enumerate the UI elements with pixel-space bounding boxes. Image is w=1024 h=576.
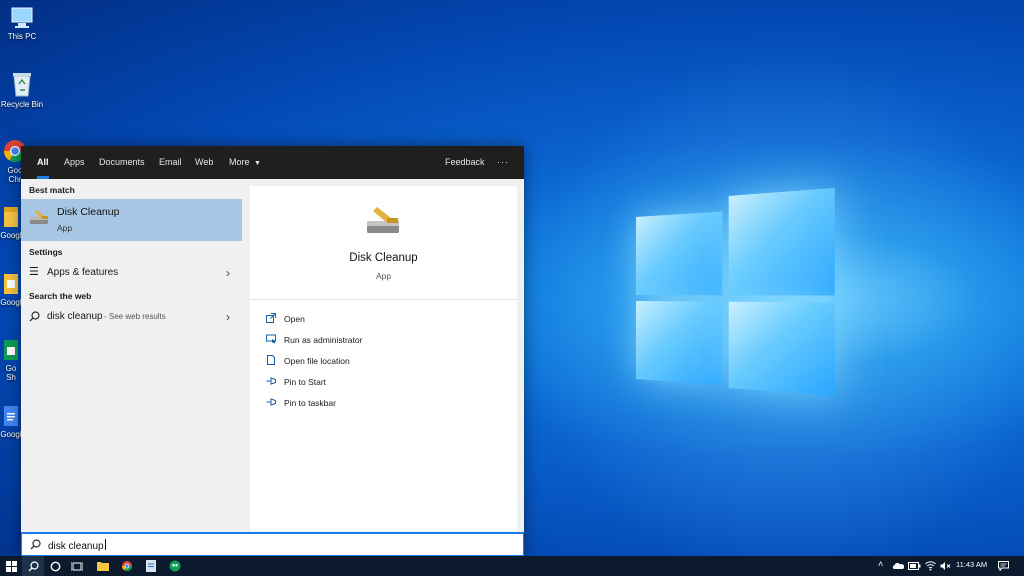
volume-muted-icon[interactable] bbox=[940, 561, 951, 571]
tab-all[interactable]: All bbox=[37, 146, 49, 179]
task-view-icon bbox=[71, 561, 83, 571]
desktop-icon-google-1[interactable]: Googl bbox=[0, 205, 22, 240]
desktop-icon-google-2[interactable]: Googl bbox=[0, 272, 22, 307]
action-label: Pin to Start bbox=[284, 377, 327, 387]
pin-icon bbox=[266, 377, 276, 385]
preview-divider bbox=[250, 299, 517, 300]
run-as-admin-icon bbox=[266, 334, 276, 344]
google-folder-icon bbox=[4, 274, 18, 294]
taskbar: ˄ 11:43 AM bbox=[0, 556, 1024, 576]
notes-taskbar-button[interactable] bbox=[140, 556, 162, 576]
open-icon bbox=[266, 313, 276, 323]
best-match-result[interactable]: Disk Cleanup App bbox=[21, 199, 242, 241]
battery-icon[interactable] bbox=[908, 562, 921, 570]
settings-header: Settings bbox=[29, 247, 63, 257]
tab-apps[interactable]: Apps bbox=[64, 146, 85, 179]
list-settings-icon: ☰ bbox=[29, 266, 39, 278]
desktop-icon-label: Go Sh bbox=[5, 364, 17, 382]
file-location-icon bbox=[267, 355, 275, 365]
results-list: Best match Disk Cleanup App Settings ☰ A… bbox=[21, 179, 242, 531]
action-label: Run as administrator bbox=[284, 335, 363, 345]
notepad-icon bbox=[146, 560, 156, 572]
settings-result-apps-features[interactable]: ☰ Apps & features › bbox=[21, 262, 242, 284]
more-options-button[interactable]: ··· bbox=[497, 146, 509, 179]
desktop-icon-this-pc[interactable]: This PC bbox=[0, 6, 44, 41]
tab-more-label: More bbox=[229, 157, 250, 167]
chevron-right-icon: › bbox=[226, 310, 230, 324]
disk-cleanup-icon bbox=[30, 210, 48, 224]
folder-icon bbox=[97, 562, 109, 571]
chevron-down-icon: ▼ bbox=[254, 160, 261, 167]
preview-subtitle: App bbox=[375, 271, 392, 281]
best-match-subtitle: App bbox=[57, 223, 73, 233]
cortana-icon bbox=[50, 561, 60, 571]
tab-email[interactable]: Email bbox=[159, 146, 182, 179]
recycle-bin-icon bbox=[13, 73, 31, 97]
pc-icon bbox=[11, 7, 33, 28]
wifi-icon[interactable] bbox=[925, 561, 936, 571]
preview-title: Disk Cleanup bbox=[349, 252, 418, 264]
tab-more[interactable]: More ▼ bbox=[229, 146, 261, 179]
search-icon bbox=[29, 311, 40, 322]
desktop-icon-label: Googl bbox=[0, 231, 22, 240]
task-view-button[interactable] bbox=[66, 556, 88, 576]
action-label: Pin to taskbar bbox=[284, 398, 336, 408]
desktop-icon-google-sheets[interactable]: Go Sh bbox=[0, 338, 22, 382]
hangouts-taskbar-button[interactable] bbox=[164, 556, 186, 576]
search-icon bbox=[30, 539, 41, 550]
chrome-taskbar-button[interactable] bbox=[116, 556, 138, 576]
web-header: Search the web bbox=[29, 291, 92, 301]
google-folder-icon bbox=[4, 207, 18, 227]
file-explorer-button[interactable] bbox=[92, 556, 114, 576]
action-label: Open file location bbox=[284, 356, 350, 366]
onedrive-icon[interactable] bbox=[892, 562, 904, 570]
best-match-title: Disk Cleanup bbox=[57, 206, 120, 218]
feedback-button[interactable]: Feedback bbox=[445, 146, 485, 179]
start-button[interactable] bbox=[0, 556, 22, 576]
google-docs-icon bbox=[4, 406, 18, 426]
chrome-icon bbox=[121, 560, 133, 572]
search-filter-bar: All Apps Documents Email Web More ▼ Feed… bbox=[21, 146, 524, 179]
windows-logo-wallpaper bbox=[636, 187, 835, 397]
action-label: Open bbox=[284, 314, 305, 324]
pin-icon bbox=[266, 398, 276, 406]
taskbar-search-button[interactable] bbox=[22, 556, 44, 576]
desktop-icon-label: Recycle Bin bbox=[0, 100, 44, 109]
text-caret bbox=[104, 539, 106, 550]
web-suffix: - See web results bbox=[104, 312, 166, 321]
search-input[interactable]: disk cleanup bbox=[21, 532, 524, 556]
result-preview: Disk Cleanup App Open Run as administrat… bbox=[250, 186, 517, 531]
disk-cleanup-large-icon bbox=[367, 207, 399, 233]
desktop-icon-recycle-bin[interactable]: Recycle Bin bbox=[0, 70, 44, 109]
search-query-text: disk cleanup bbox=[48, 541, 104, 552]
tab-documents[interactable]: Documents bbox=[99, 146, 145, 179]
notifications-icon[interactable] bbox=[998, 561, 1009, 571]
web-result[interactable]: disk cleanup - See web results › bbox=[21, 306, 242, 328]
taskbar-clock[interactable]: 11:43 AM bbox=[956, 560, 987, 569]
settings-item-label: Apps & features bbox=[47, 267, 119, 278]
best-match-header: Best match bbox=[29, 185, 75, 195]
chevron-right-icon: › bbox=[226, 266, 230, 280]
windows-start-icon bbox=[5, 560, 17, 572]
search-icon bbox=[28, 560, 39, 571]
desktop-icon-google-docs[interactable]: Googl bbox=[0, 404, 22, 439]
chat-icon bbox=[169, 560, 181, 572]
cortana-button[interactable] bbox=[44, 556, 66, 576]
google-sheets-icon bbox=[4, 340, 18, 360]
tab-web[interactable]: Web bbox=[195, 146, 213, 179]
web-query: disk cleanup bbox=[47, 311, 103, 322]
desktop-icon-label: Googl bbox=[0, 298, 22, 307]
chevron-up-icon[interactable]: ˄ bbox=[878, 559, 883, 569]
desktop-icon-label: Googl bbox=[0, 430, 22, 439]
desktop-icon-label: This PC bbox=[7, 32, 37, 41]
search-panel: All Apps Documents Email Web More ▼ Feed… bbox=[21, 146, 524, 556]
